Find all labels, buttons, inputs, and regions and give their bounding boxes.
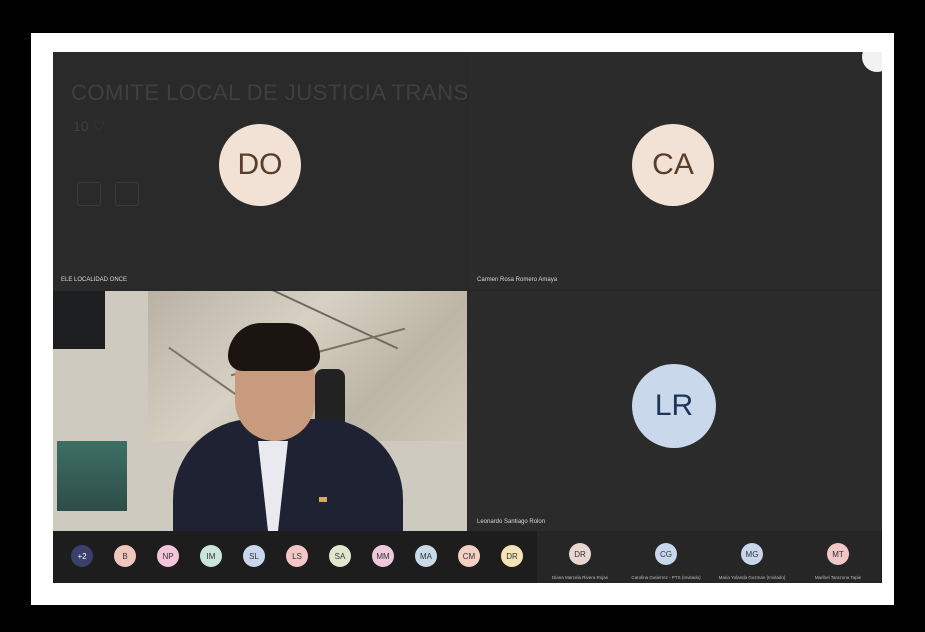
avatar: LR xyxy=(632,364,716,448)
participant-chip[interactable]: DR xyxy=(501,545,523,567)
participant-name: Leonardo Santiago Rolon xyxy=(477,519,546,525)
participant-chip[interactable]: IM xyxy=(200,545,222,567)
participant-chip-row: +2 B NP IM SL LS SA MM MA CM DR xyxy=(71,545,544,567)
heart-icon xyxy=(115,182,139,206)
avatar: CG xyxy=(655,543,677,565)
avatar: CA xyxy=(632,124,714,206)
participant-chip[interactable]: CM xyxy=(458,545,480,567)
participant-tile-lr[interactable]: LR Leonardo Santiago Rolon xyxy=(469,291,882,531)
participant-chip[interactable]: NP xyxy=(157,545,179,567)
participant-tile-ca[interactable]: CA Carmen Rosa Romero Amaya xyxy=(469,52,882,289)
corner-indicator xyxy=(862,52,882,72)
avatar: DO xyxy=(219,124,301,206)
speaker-hair xyxy=(228,323,320,371)
participant-chip[interactable]: SA xyxy=(329,545,351,567)
list-icon xyxy=(77,182,101,206)
participant-cell[interactable]: DR Diana Marcela Rivera Rojas xyxy=(537,531,623,583)
participant-name: Carmen Rosa Romero Amaya xyxy=(477,277,558,283)
participant-name: Maria Yolanda Guzman (Invitado) xyxy=(718,575,786,580)
overlay-icons xyxy=(77,182,139,206)
participant-video-tile[interactable] xyxy=(53,291,467,531)
more-participants-button[interactable]: +2 xyxy=(71,545,93,567)
participant-strip: +2 B NP IM SL LS SA MM MA CM DR DR Diana… xyxy=(53,531,882,583)
participant-cell[interactable]: CG Carolina Gutierrez - PTS (Invitado) xyxy=(623,531,709,583)
participant-cell[interactable]: MG Maria Yolanda Guzman (Invitado) xyxy=(709,531,795,583)
wall-tv xyxy=(53,291,105,349)
avatar: DR xyxy=(569,543,591,565)
participant-chip[interactable]: MM xyxy=(372,545,394,567)
video-call-screen: COMITE LOCAL DE JUSTICIA TRANSICIONAL SU… xyxy=(53,52,882,583)
lapel-pin xyxy=(319,497,327,502)
participant-chip[interactable]: LS xyxy=(286,545,308,567)
participant-tile-do[interactable]: COMITE LOCAL DE JUSTICIA TRANSICIONAL SU… xyxy=(53,52,467,289)
participant-name: Carolina Gutierrez - PTS (Invitado) xyxy=(631,575,701,580)
participant-cell[interactable]: MT Maribel Tarazona Tapie xyxy=(795,531,881,583)
participant-chip[interactable]: SL xyxy=(243,545,265,567)
participant-name: ELE LOCALIDAD ONCE xyxy=(61,277,128,283)
participant-name: Diana Marcela Rivera Rojas xyxy=(551,575,609,580)
participant-name: Maribel Tarazona Tapie xyxy=(814,575,862,580)
participant-chip[interactable]: B xyxy=(114,545,136,567)
participant-chip[interactable]: MA xyxy=(415,545,437,567)
office-equipment xyxy=(57,441,127,511)
avatar: MT xyxy=(827,543,849,565)
avatar: MG xyxy=(741,543,763,565)
meeting-title: COMITE LOCAL DE JUSTICIA TRANSICIONAL SU… xyxy=(71,80,467,105)
meeting-stats: 10 ♡ xyxy=(73,118,106,134)
